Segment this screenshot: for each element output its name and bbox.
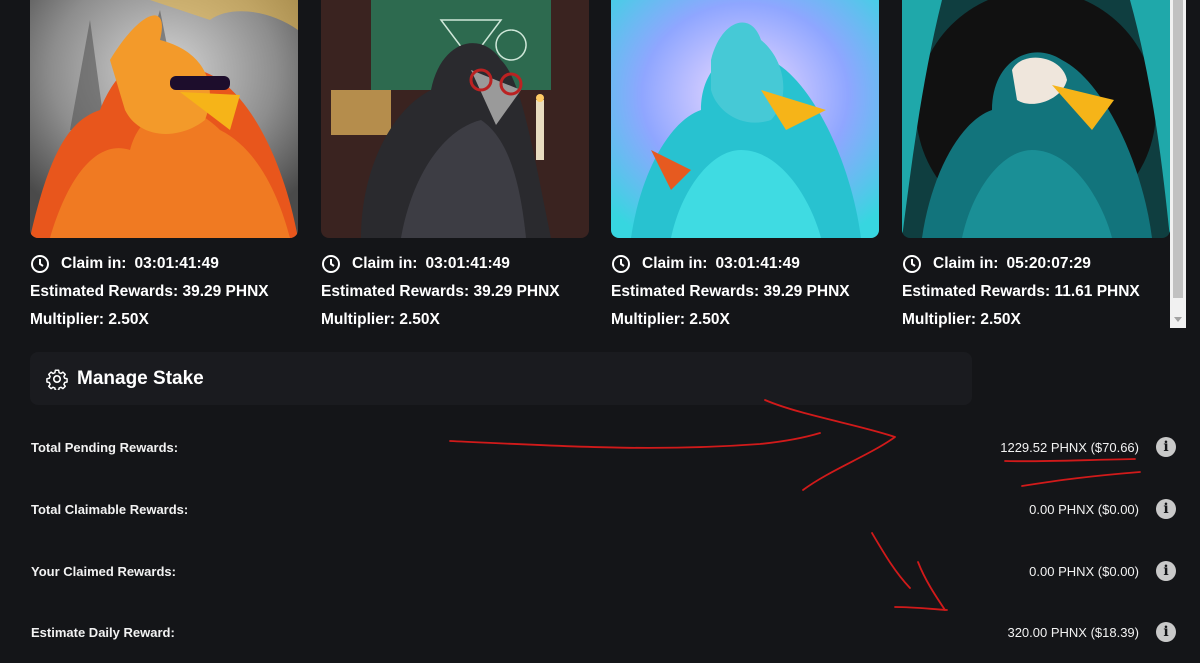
nft-image-fire-phoenix[interactable] [30, 0, 298, 238]
reward-row-daily: Estimate Daily Reward: 320.00 PHNX ($18.… [31, 622, 1181, 646]
clock-icon [612, 255, 630, 273]
nft-card[interactable]: Claim in: 03:01:41:49 Estimated Rewards:… [321, 0, 589, 330]
nft-card[interactable]: Claim in: 03:01:41:49 Estimated Rewards:… [30, 0, 298, 330]
info-icon[interactable]: i [1156, 561, 1176, 581]
estimated-rewards: Estimated Rewards: 11.61 PHNX [902, 283, 1140, 300]
reward-label: Total Claimable Rewards: [31, 502, 189, 517]
claim-label: Claim in: [933, 255, 999, 272]
info-icon[interactable]: i [1156, 499, 1176, 519]
reward-value: 0.00 PHNX ($0.00) [1029, 564, 1139, 579]
reward-label: Total Pending Rewards: [31, 440, 179, 455]
claim-countdown: 03:01:41:49 [715, 255, 800, 272]
manage-stake-title: Manage Stake [77, 367, 204, 389]
clock-icon [903, 255, 921, 273]
clock-icon [31, 255, 49, 273]
estimated-rewards: Estimated Rewards: 39.29 PHNX [30, 283, 269, 300]
reward-label: Your Claimed Rewards: [31, 564, 176, 579]
estimated-rewards: Estimated Rewards: 39.29 PHNX [611, 283, 850, 300]
gear-icon [46, 369, 68, 390]
annotation-arrow-head-2 [894, 606, 948, 611]
clock-icon [322, 255, 340, 273]
nft-image-skull-phoenix[interactable] [902, 0, 1170, 238]
multiplier: Multiplier: 2.50X [321, 311, 440, 328]
scroll-down-arrow-icon[interactable] [1170, 311, 1186, 328]
nft-card[interactable]: Claim in: 03:01:41:49 Estimated Rewards:… [611, 0, 879, 330]
reward-label: Estimate Daily Reward: [31, 625, 175, 640]
multiplier: Multiplier: 2.50X [611, 311, 730, 328]
claim-countdown: 03:01:41:49 [425, 255, 510, 272]
reward-value: 320.00 PHNX ($18.39) [1007, 625, 1139, 640]
info-icon[interactable]: i [1156, 437, 1176, 457]
claim-label: Claim in: [352, 255, 418, 272]
multiplier: Multiplier: 2.50X [902, 311, 1021, 328]
estimated-rewards: Estimated Rewards: 39.29 PHNX [321, 283, 560, 300]
claim-label: Claim in: [642, 255, 708, 272]
reward-row-claimed: Your Claimed Rewards: 0.00 PHNX ($0.00) … [31, 561, 1181, 585]
reward-row-pending: Total Pending Rewards: 1229.52 PHNX ($70… [31, 437, 1181, 461]
nft-image-dark-phoenix[interactable] [321, 0, 589, 238]
claim-countdown: 03:01:41:49 [134, 255, 219, 272]
card-scrollbar[interactable] [1170, 0, 1186, 328]
annotation-underline-2 [1021, 471, 1141, 487]
scrollbar-thumb[interactable] [1173, 0, 1183, 298]
claim-countdown: 05:20:07:29 [1006, 255, 1091, 272]
info-icon[interactable]: i [1156, 622, 1176, 642]
nft-image-ice-phoenix[interactable] [611, 0, 879, 238]
reward-value: 1229.52 PHNX ($70.66) [1000, 440, 1139, 455]
manage-stake-header[interactable]: Manage Stake [30, 352, 972, 405]
nft-card-grid: Claim in: 03:01:41:49 Estimated Rewards:… [0, 0, 1170, 330]
nft-card[interactable]: Claim in: 05:20:07:29 Estimated Rewards:… [902, 0, 1170, 330]
claim-label: Claim in: [61, 255, 127, 272]
reward-value: 0.00 PHNX ($0.00) [1029, 502, 1139, 517]
multiplier: Multiplier: 2.50X [30, 311, 149, 328]
reward-row-claimable: Total Claimable Rewards: 0.00 PHNX ($0.0… [31, 499, 1181, 523]
